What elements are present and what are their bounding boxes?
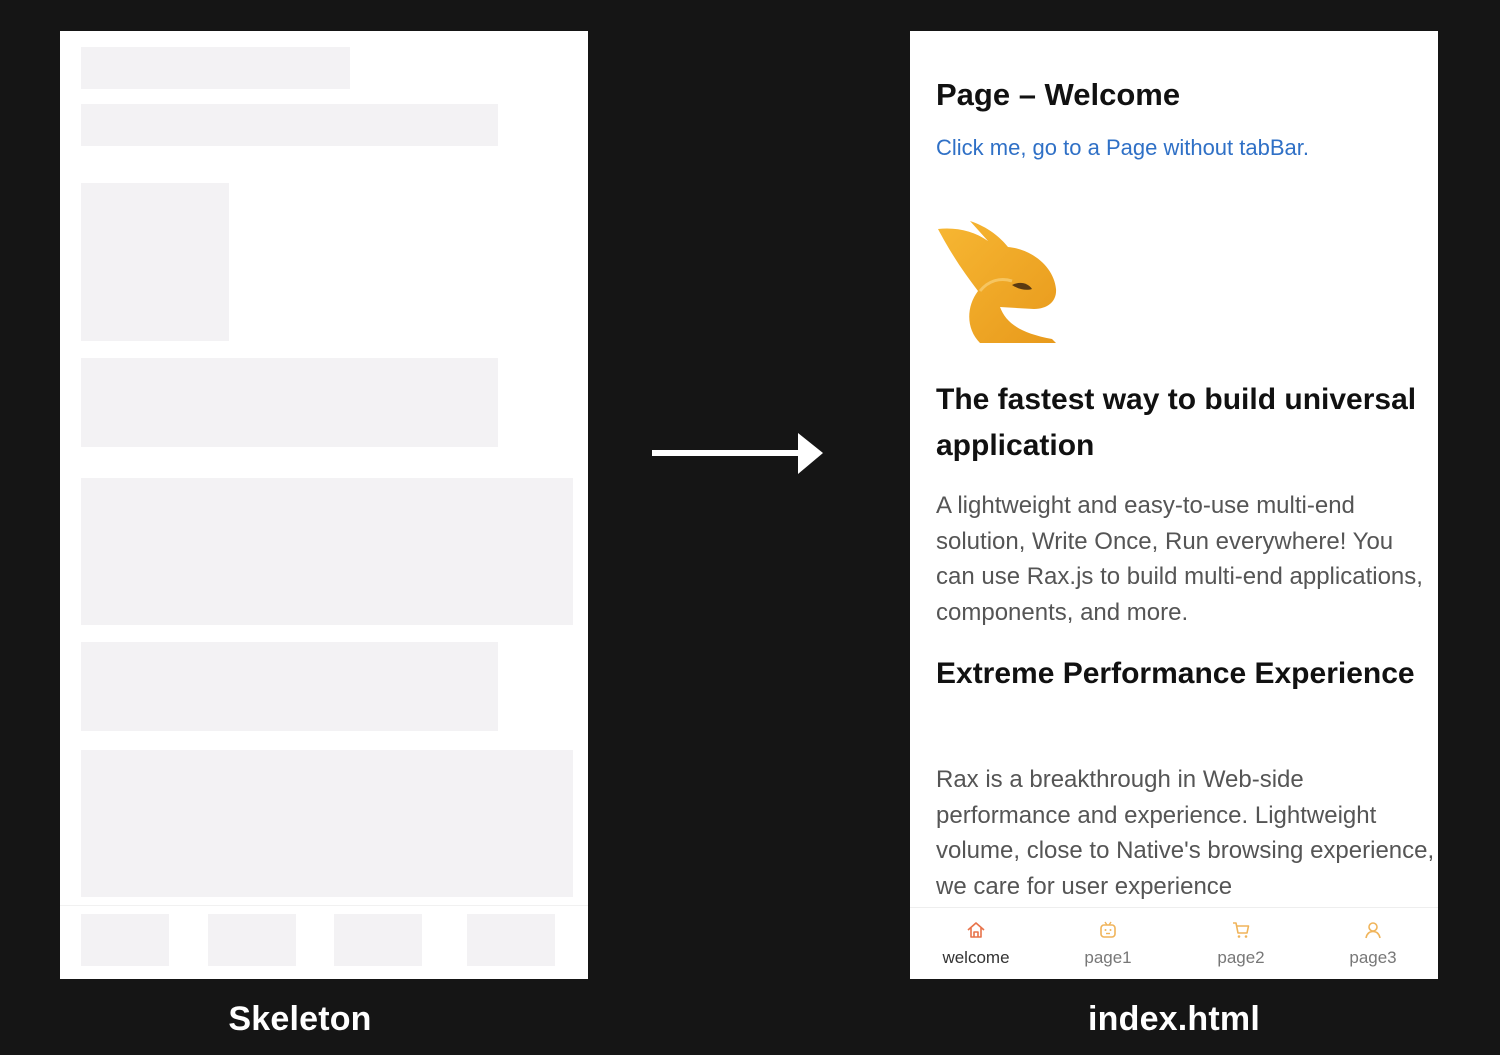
skeleton-tabbar [60, 905, 588, 979]
section-paragraph: A lightweight and easy-to-use multi-end … [936, 492, 1423, 626]
skeleton-heading-block [81, 358, 498, 447]
skeleton-paragraph-block [81, 750, 573, 897]
tab-label: page3 [1349, 948, 1397, 967]
tab-label: page1 [1084, 948, 1132, 967]
tab-label: welcome [942, 948, 1010, 967]
rendered-page: Page – Welcome Click me, go to a Page wi… [910, 31, 1438, 979]
tab-page2[interactable]: page2 [1175, 908, 1307, 979]
comparison-stage: Page – Welcome Click me, go to a Page wi… [0, 0, 1500, 1055]
section-heading: Extreme Performance Experience [936, 657, 1415, 690]
skeleton-link-block [81, 104, 498, 146]
no-tabbar-page-link[interactable]: Click me, go to a Page without tabBar. [936, 135, 1309, 161]
right-arrow-icon [652, 433, 823, 474]
skeleton-title-block [81, 47, 350, 89]
rax-logo [938, 221, 1057, 343]
skeleton-heading-block [81, 642, 498, 731]
index-html-caption: index.html [1087, 1000, 1261, 1038]
robot-icon [1100, 921, 1116, 938]
tab-bar: welcome page1 page2 page3 [910, 907, 1438, 979]
skeleton-paragraph-block [81, 478, 573, 625]
skeleton-caption: Skeleton [228, 1000, 372, 1038]
tab-label: page2 [1217, 948, 1265, 967]
section-paragraph: Rax is a breakthrough in Web-side perfor… [936, 766, 1435, 900]
skeleton-tab-block [81, 914, 169, 966]
user-icon [1365, 922, 1381, 939]
cart-icon [1233, 922, 1250, 938]
page-title: Page – Welcome [936, 77, 1181, 112]
skeleton-image-block [81, 183, 229, 341]
skeleton-screen [60, 31, 588, 979]
skeleton-tab-block [334, 914, 422, 966]
tab-page3[interactable]: page3 [1307, 908, 1438, 979]
skeleton-tab-block [208, 914, 296, 966]
section-heading: The fastest way to build universal appli… [936, 383, 1417, 462]
tab-page1[interactable]: page1 [1042, 908, 1174, 979]
tab-welcome[interactable]: welcome [910, 908, 1042, 979]
home-icon [967, 922, 985, 938]
skeleton-tab-block [467, 914, 555, 966]
